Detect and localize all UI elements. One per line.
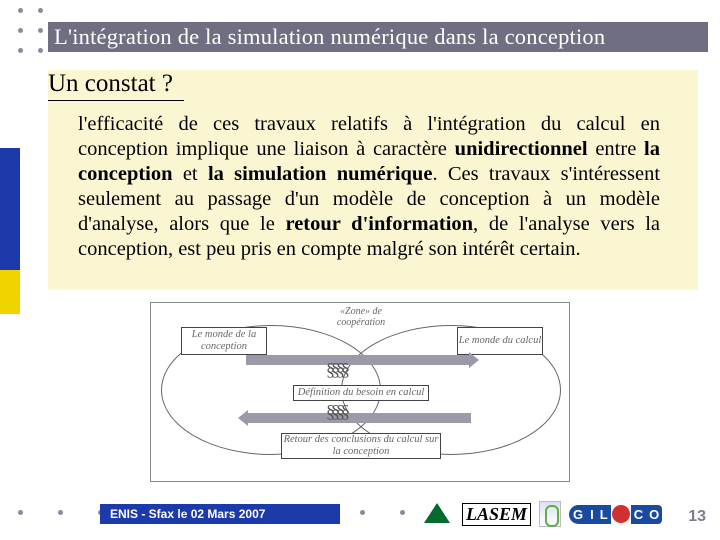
box-calcul: Le monde du calcul: [457, 327, 543, 355]
subtitle-underline: [48, 100, 184, 101]
page-number: 13: [688, 508, 706, 526]
inp-logo-icon: [539, 501, 561, 527]
cog-icon: [612, 505, 630, 523]
gilco-g: G: [569, 505, 587, 524]
slide-subtitle: Un constat ?: [48, 70, 173, 98]
slide: L'intégration de la simulation numérique…: [0, 0, 720, 540]
sidebar-accent-yellow: [0, 270, 20, 314]
dot-icon: [18, 510, 23, 515]
dot-icon: [18, 48, 23, 53]
dot-icon: [360, 510, 365, 515]
arrow-left: [246, 413, 471, 423]
dot-icon: [58, 510, 63, 515]
dot-icon: [38, 8, 43, 13]
spring-icon: §§§§: [326, 401, 346, 422]
dot-icon: [400, 510, 405, 515]
gilco-l: L: [597, 505, 611, 524]
lasem-logo: LASEM: [462, 503, 531, 526]
dot-icon: [38, 48, 43, 53]
dot-icon: [38, 28, 43, 33]
spring-icon: §§§§: [326, 359, 346, 380]
sidebar-accent-blue: [0, 148, 20, 270]
triangle-logo-icon: [420, 501, 454, 527]
cooperation-diagram: Le monde de la conception Le monde du ca…: [150, 302, 570, 482]
gilco-i: I: [587, 505, 597, 524]
arrow-right: [246, 355, 471, 365]
gilco-o: O: [646, 505, 662, 524]
footer-logos: LASEM G I L C O: [420, 498, 710, 530]
box-definition: Définition du besoin en calcul: [293, 385, 429, 401]
box-conception: Le monde de la conception: [181, 327, 267, 355]
slide-title: L'intégration de la simulation numérique…: [54, 24, 605, 50]
slide-title-bar: L'intégration de la simulation numérique…: [48, 22, 708, 52]
box-retour: Retour des conclusions du calcul sur la …: [281, 433, 441, 459]
dot-icon: [18, 8, 23, 13]
gilco-c: C: [631, 505, 646, 524]
label-zone: «Zone» de coopération: [321, 307, 401, 328]
gilco-logo: G I L C O: [569, 503, 662, 525]
body-paragraph: l'efficacité de ces travaux relatifs à l…: [78, 112, 660, 262]
dot-icon: [18, 28, 23, 33]
footer-date-strip: ENIS - Sfax le 02 Mars 2007: [100, 504, 340, 524]
